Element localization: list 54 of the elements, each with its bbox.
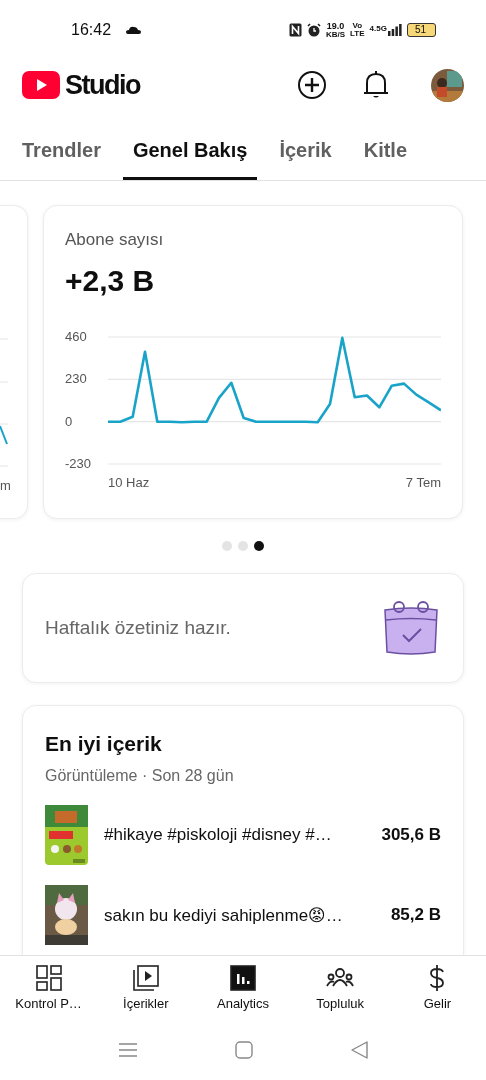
menu-icon[interactable] [118,1043,137,1057]
video-title[interactable]: sakın bu kediyi sahiplenme😡… [104,904,375,926]
nav-item[interactable]: Gelir [388,956,486,1021]
home-icon[interactable] [234,1041,253,1059]
chart-card[interactable]: Abone sayısı +2,3 B -230 0 230 460 10 Haz 7 Tem [43,205,463,519]
nfc-icon [288,23,302,37]
signal-icon [387,24,402,36]
axis-label: 230 [65,371,87,387]
calendar-check-icon [381,598,441,658]
cloud-icon [126,26,142,34]
page-dot[interactable] [254,541,264,551]
tab[interactable]: İçerik [269,110,342,180]
network-speed: 19.0 [326,21,345,31]
axis-label: m [0,478,11,493]
page-dot[interactable] [238,541,248,551]
section-subtitle: Görüntüleme · Son 28 gün [45,767,235,785]
nav-item[interactable]: Analytics [194,956,292,1021]
tab[interactable]: Kitle [353,110,418,180]
video-library-icon [131,964,160,992]
status-time: 16:42 [71,21,112,39]
axis-label: -230 [65,456,92,471]
video-title[interactable]: #hikaye #piskoloji #disney #… [104,825,366,845]
network-type: 4.5G [369,24,387,33]
axis-label: 460 [65,329,87,344]
speed-unit: KB/S [325,30,345,39]
axis-label: 7 Tem [405,475,441,490]
metric-value: +2,3 B [65,264,156,298]
summary-card[interactable]: Haftalık özetiniz hazır. [22,573,464,683]
create-icon[interactable] [297,70,327,100]
battery-indicator: 51 [406,23,436,37]
nav-item[interactable]: İçerikler [97,956,195,1021]
nav-item[interactable]: Topluluk [291,956,389,1021]
avatar-icon[interactable] [431,68,464,102]
volte-sub-label: LTE [350,30,365,38]
section-title: En iyi içerik [45,732,163,756]
summary-text: Haftalık özetiniz hazır. [45,617,231,639]
volte-label: Vo [352,22,363,30]
nav-item[interactable]: Kontrol P… [0,956,98,1021]
logo-text: Studio [65,69,140,101]
back-icon[interactable] [350,1041,368,1059]
youtube-logo-icon [22,71,60,99]
tab[interactable]: Genel Bakış [122,110,258,180]
axis-label: 0 [65,413,73,429]
tab[interactable]: Trendler [12,110,111,180]
view-count: 85,2 B [390,905,441,925]
view-count: 305,6 B [381,825,441,845]
card-title: Abone sayısı [65,230,165,250]
alarm-icon [306,23,321,37]
notifications-icon[interactable] [363,70,389,100]
chart-card[interactable]: m [0,205,28,519]
dashboard-icon [34,964,63,992]
axis-label: 10 Haz [108,475,150,490]
bar-chart-icon [229,964,257,992]
page-dot[interactable] [222,541,232,551]
